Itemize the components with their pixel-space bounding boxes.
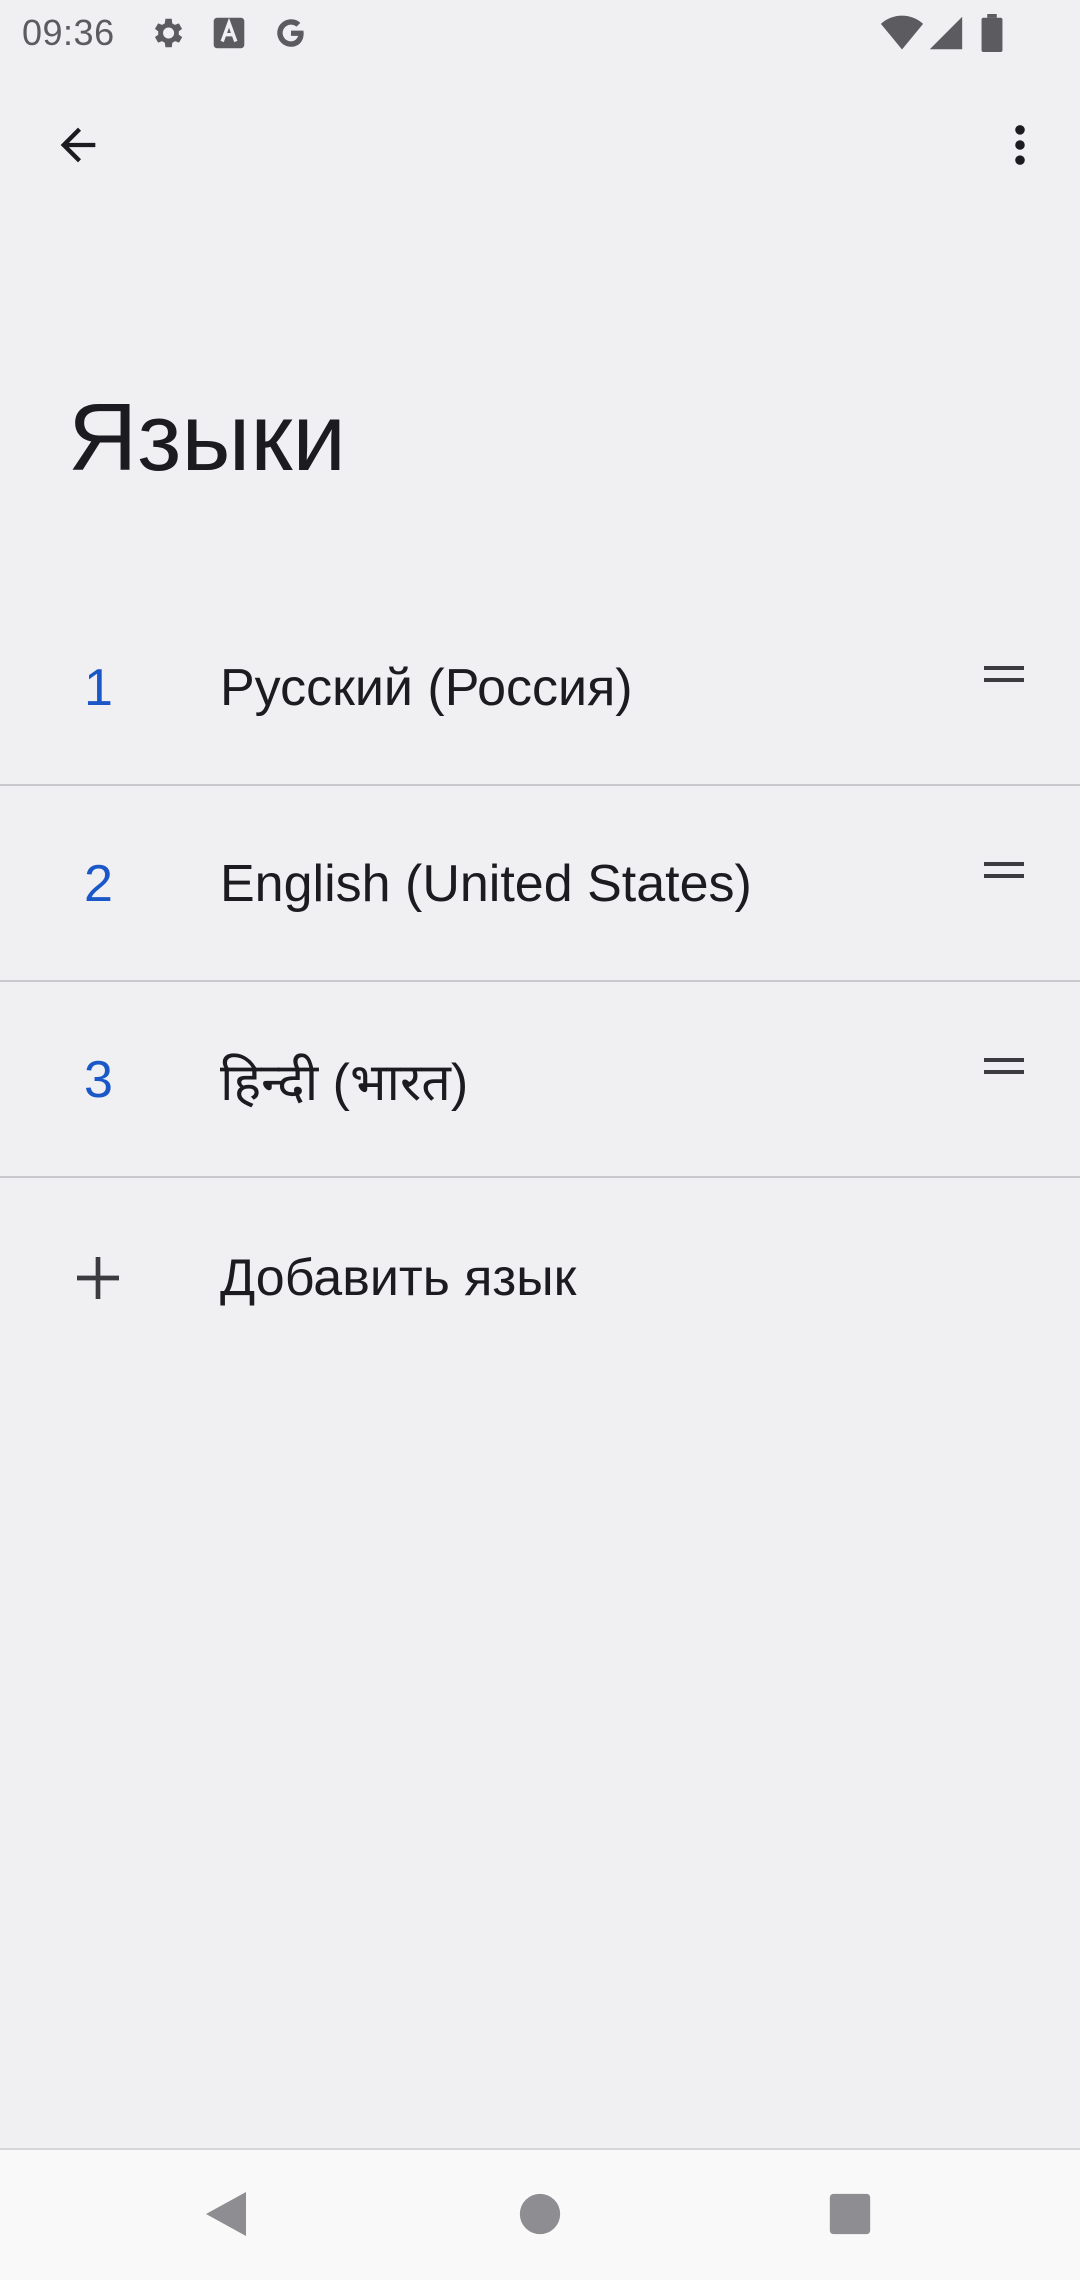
- battery-icon: [980, 14, 1004, 57]
- navigation-bar: [0, 2148, 1080, 2280]
- drag-handle-icon[interactable]: [978, 648, 1030, 700]
- language-index: 2: [84, 855, 113, 913]
- status-time: 09:36: [22, 12, 115, 53]
- nav-home-icon: [518, 2192, 562, 2241]
- nav-recents-icon: [828, 2192, 872, 2241]
- nav-home-button[interactable]: [492, 2168, 588, 2264]
- language-name: हिन्दी (भारत): [220, 1053, 469, 1112]
- languages-screen: 09:36 Языки 1 Русский (Россия) 2 English…: [0, 0, 1080, 2280]
- language-item[interactable]: 2 English (United States): [0, 786, 1080, 982]
- arrow-back-icon: [52, 119, 104, 176]
- nav-back-button[interactable]: [178, 2168, 274, 2264]
- language-name: Русский (Россия): [220, 659, 633, 717]
- drag-handle-icon[interactable]: [978, 844, 1030, 896]
- language-index: 3: [84, 1051, 113, 1109]
- nav-recents-button[interactable]: [802, 2168, 898, 2264]
- status-bar: 09:36: [0, 0, 1080, 66]
- language-list: 1 Русский (Россия) 2 English (United Sta…: [0, 590, 1080, 1378]
- add-language-button[interactable]: Добавить язык: [0, 1178, 1080, 1378]
- gear-icon: [148, 14, 186, 57]
- language-name: English (United States): [220, 855, 752, 913]
- more-vert-icon: [994, 119, 1046, 176]
- back-button[interactable]: [36, 105, 120, 189]
- language-item[interactable]: 1 Русский (Россия): [0, 590, 1080, 786]
- more-options-button[interactable]: [978, 105, 1062, 189]
- drag-handle-icon[interactable]: [978, 1040, 1030, 1092]
- wifi-icon: [880, 14, 924, 57]
- signal-icon: [928, 14, 964, 57]
- font-a-icon: [212, 14, 246, 57]
- plus-icon: [70, 1178, 126, 1378]
- add-language-label: Добавить язык: [220, 1249, 577, 1307]
- nav-back-icon: [202, 2188, 250, 2245]
- page-title: Языки: [68, 384, 346, 491]
- google-g-icon: [272, 14, 310, 57]
- language-index: 1: [84, 659, 113, 717]
- language-item[interactable]: 3 हिन्दी (भारत): [0, 982, 1080, 1178]
